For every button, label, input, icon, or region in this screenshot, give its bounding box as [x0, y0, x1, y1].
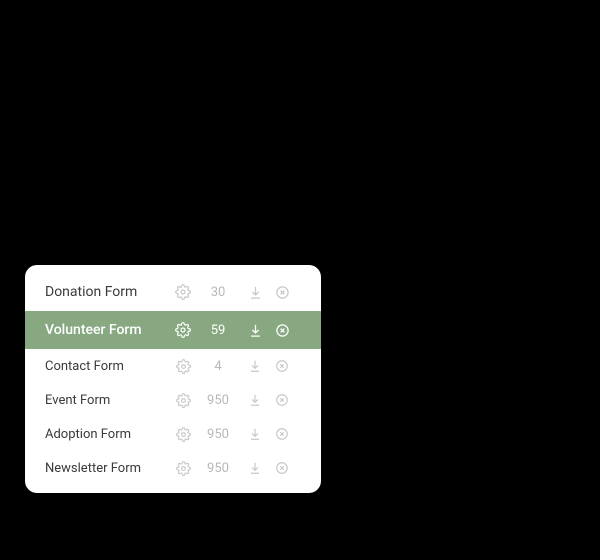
- close-icon[interactable]: [270, 359, 294, 373]
- close-icon[interactable]: [270, 323, 294, 338]
- form-row[interactable]: Newsletter Form 950: [25, 451, 321, 485]
- form-count: 950: [196, 393, 240, 408]
- gear-icon[interactable]: [170, 284, 196, 300]
- form-row[interactable]: Volunteer Form 59: [25, 311, 321, 349]
- form-name: Volunteer Form: [45, 322, 170, 338]
- gear-icon[interactable]: [170, 461, 196, 476]
- form-count: 4: [196, 359, 240, 374]
- forms-panel: Donation Form 30 Volunteer Form 59 Conta…: [25, 265, 321, 493]
- download-icon[interactable]: [240, 461, 270, 475]
- close-icon[interactable]: [270, 393, 294, 407]
- close-icon[interactable]: [270, 427, 294, 441]
- form-row[interactable]: Adoption Form 950: [25, 417, 321, 451]
- download-icon[interactable]: [240, 323, 270, 338]
- form-name: Newsletter Form: [45, 461, 170, 476]
- gear-icon[interactable]: [170, 393, 196, 408]
- download-icon[interactable]: [240, 359, 270, 373]
- form-count: 59: [196, 323, 240, 338]
- form-count: 30: [196, 285, 240, 300]
- form-name: Adoption Form: [45, 427, 170, 442]
- form-row[interactable]: Contact Form 4: [25, 349, 321, 383]
- form-row[interactable]: Donation Form 30: [25, 273, 321, 311]
- form-count: 950: [196, 427, 240, 442]
- form-count: 950: [196, 461, 240, 476]
- gear-icon[interactable]: [170, 322, 196, 338]
- close-icon[interactable]: [270, 461, 294, 475]
- download-icon[interactable]: [240, 427, 270, 441]
- gear-icon[interactable]: [170, 427, 196, 442]
- download-icon[interactable]: [240, 393, 270, 407]
- form-row[interactable]: Event Form 950: [25, 383, 321, 417]
- form-name: Event Form: [45, 393, 170, 408]
- close-icon[interactable]: [270, 285, 294, 300]
- gear-icon[interactable]: [170, 359, 196, 374]
- download-icon[interactable]: [240, 285, 270, 300]
- form-name: Contact Form: [45, 359, 170, 374]
- form-name: Donation Form: [45, 284, 170, 300]
